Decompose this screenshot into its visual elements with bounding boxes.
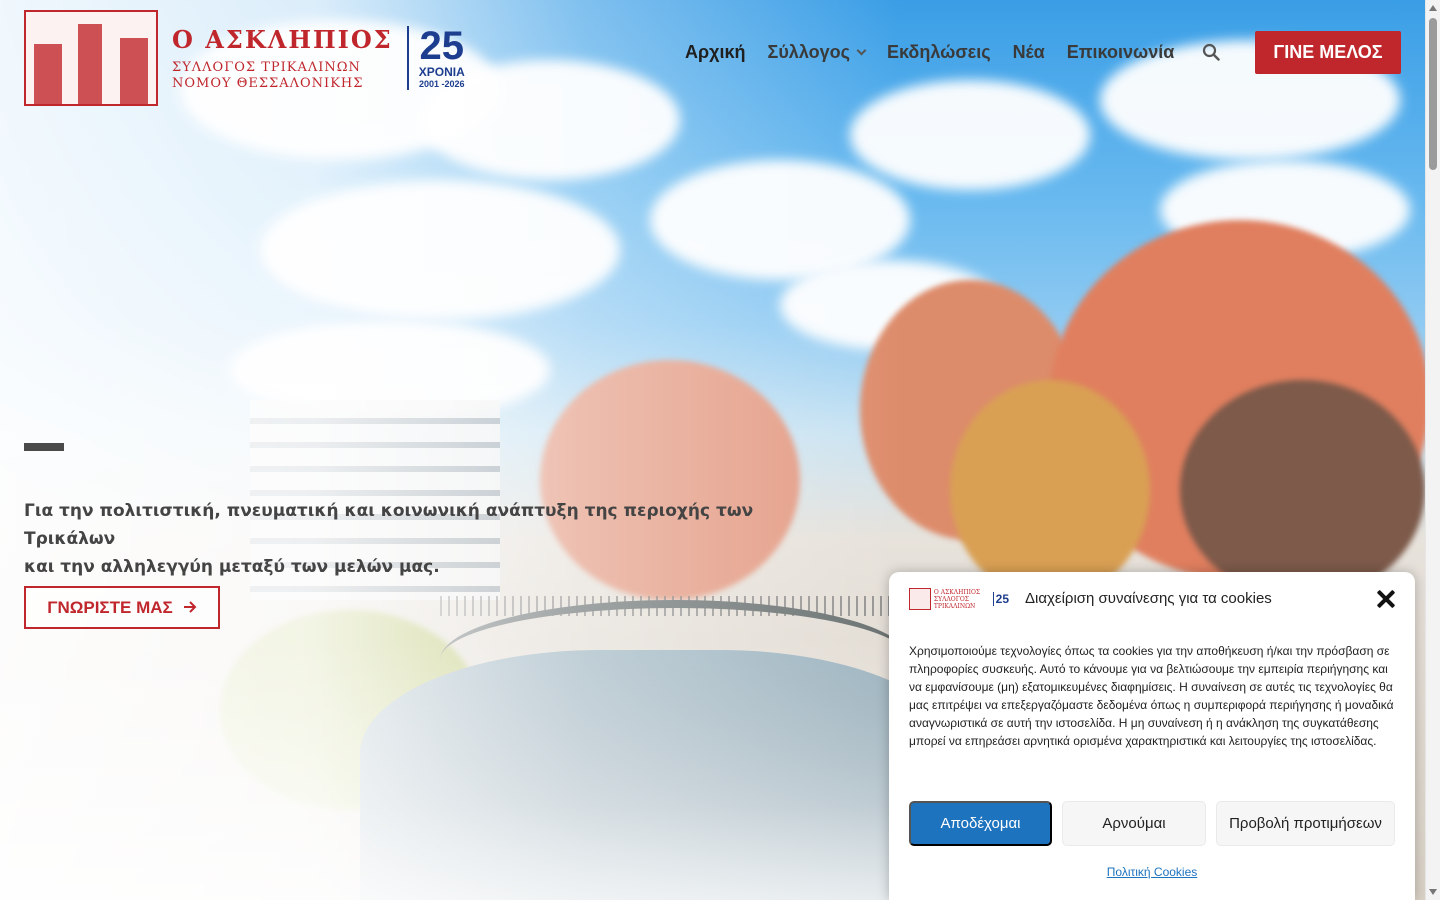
nav-item-label: Επικοινωνία (1066, 42, 1175, 62)
nav-item-association[interactable]: Σύλλογος (767, 42, 867, 63)
anniversary-number: 25 (419, 24, 465, 68)
search-icon[interactable] (1202, 43, 1220, 61)
nav-item-news[interactable]: Νέα (1013, 42, 1045, 63)
cookie-policy-link[interactable]: Πολιτική Cookies (889, 865, 1395, 879)
nav-item-events[interactable]: Εκδηλώσεις (887, 42, 991, 63)
logo-divider (406, 26, 409, 90)
close-icon[interactable] (1375, 588, 1397, 610)
cookie-consent-dialog: Ο ΑΣΚΛΗΠΙΟΣ ΣΥΛΛΟΓΟΣ ΤΡΙΚΑΛΙΝΩΝ 25 Διαχε… (889, 572, 1415, 900)
logo-subtitle-line2: ΝΟΜΟΥ ΘΕΣΣΑΛΟΝΙΚΗΣ (172, 75, 364, 91)
view-preferences-button[interactable]: Προβολή προτιμήσεων (1216, 801, 1395, 846)
main-nav: Αρχική Σύλλογος Εκδηλώσεις Νέα Επικοινων… (685, 42, 1174, 63)
about-us-button[interactable]: ΓΝΩΡΙΣΤΕ ΜΑΣ (24, 586, 220, 629)
cookie-logo-title: Ο ΑΣΚΛΗΠΙΟΣ ΣΥΛΛΟΓΟΣ ΤΡΙΚΑΛΙΝΩΝ (933, 588, 981, 610)
hero-tagline-line2: και την αλληλεγγύη μεταξύ των μελών μας. (24, 557, 440, 577)
nav-item-label: Σύλλογος (767, 42, 850, 62)
nav-item-label: Εκδηλώσεις (886, 42, 991, 62)
logo-title: Ο ΑΣΚΛΗΠΙΟΣ (172, 24, 393, 54)
anniversary-years: 2001 -2026 (419, 79, 465, 89)
scrollbar-thumb[interactable] (1429, 18, 1437, 170)
arrow-right-icon (183, 598, 197, 618)
accept-cookies-button[interactable]: Αποδέχομαι (909, 801, 1052, 846)
nav-item-home[interactable]: Αρχική (685, 42, 746, 63)
logo-emblem (909, 588, 931, 610)
nav-item-label: Αρχική (685, 42, 746, 62)
hero-tagline-line1: Για την πολιτιστική, πνευματική και κοιν… (24, 501, 754, 549)
become-member-button[interactable]: ΓΙΝΕ ΜΕΛΟΣ (1255, 31, 1401, 74)
about-us-button-label: ΓΝΩΡΙΣΤΕ ΜΑΣ (47, 597, 173, 617)
deny-cookies-button[interactable]: Αρνούμαι (1062, 801, 1206, 846)
page-scrollbar[interactable] (1425, 0, 1440, 900)
cookie-dialog-logo: Ο ΑΣΚΛΗΠΙΟΣ ΣΥΛΛΟΓΟΣ ΤΡΙΚΑΛΙΝΩΝ 25 (909, 588, 1009, 610)
cookie-dialog-title: Διαχείριση συναίνεσης για τα cookies (1025, 590, 1272, 607)
nav-item-contact[interactable]: Επικοινωνία (1067, 42, 1175, 63)
hero-tagline: Για την πολιτιστική, πνευματική και κοιν… (24, 497, 764, 581)
cookie-logo-number: 25 (992, 592, 1009, 606)
anniversary-badge: 25 ΧΡΟΝΙΑ 2001 -2026 (418, 24, 465, 89)
chevron-down-icon (856, 45, 867, 56)
scroll-down-arrow-icon[interactable] (1429, 889, 1437, 895)
anniversary-label: ΧΡΟΝΙΑ (418, 65, 465, 79)
accent-bar (24, 443, 64, 451)
logo-emblem (24, 10, 158, 106)
nav-item-label: Νέα (1012, 42, 1045, 62)
logo-subtitle-line1: ΣΥΛΛΟΓΟΣ ΤΡΙΚΑΛΙΝΩΝ (172, 59, 361, 75)
site-logo[interactable]: Ο ΑΣΚΛΗΠΙΟΣ ΣΥΛΛΟΓΟΣ ΤΡΙΚΑΛΙΝΩΝ ΝΟΜΟΥ ΘΕ… (24, 10, 465, 106)
scroll-up-arrow-icon[interactable] (1429, 5, 1437, 11)
cookie-dialog-body: Χρησιμοποιούμε τεχνολογίες όπως τα cooki… (909, 644, 1394, 748)
